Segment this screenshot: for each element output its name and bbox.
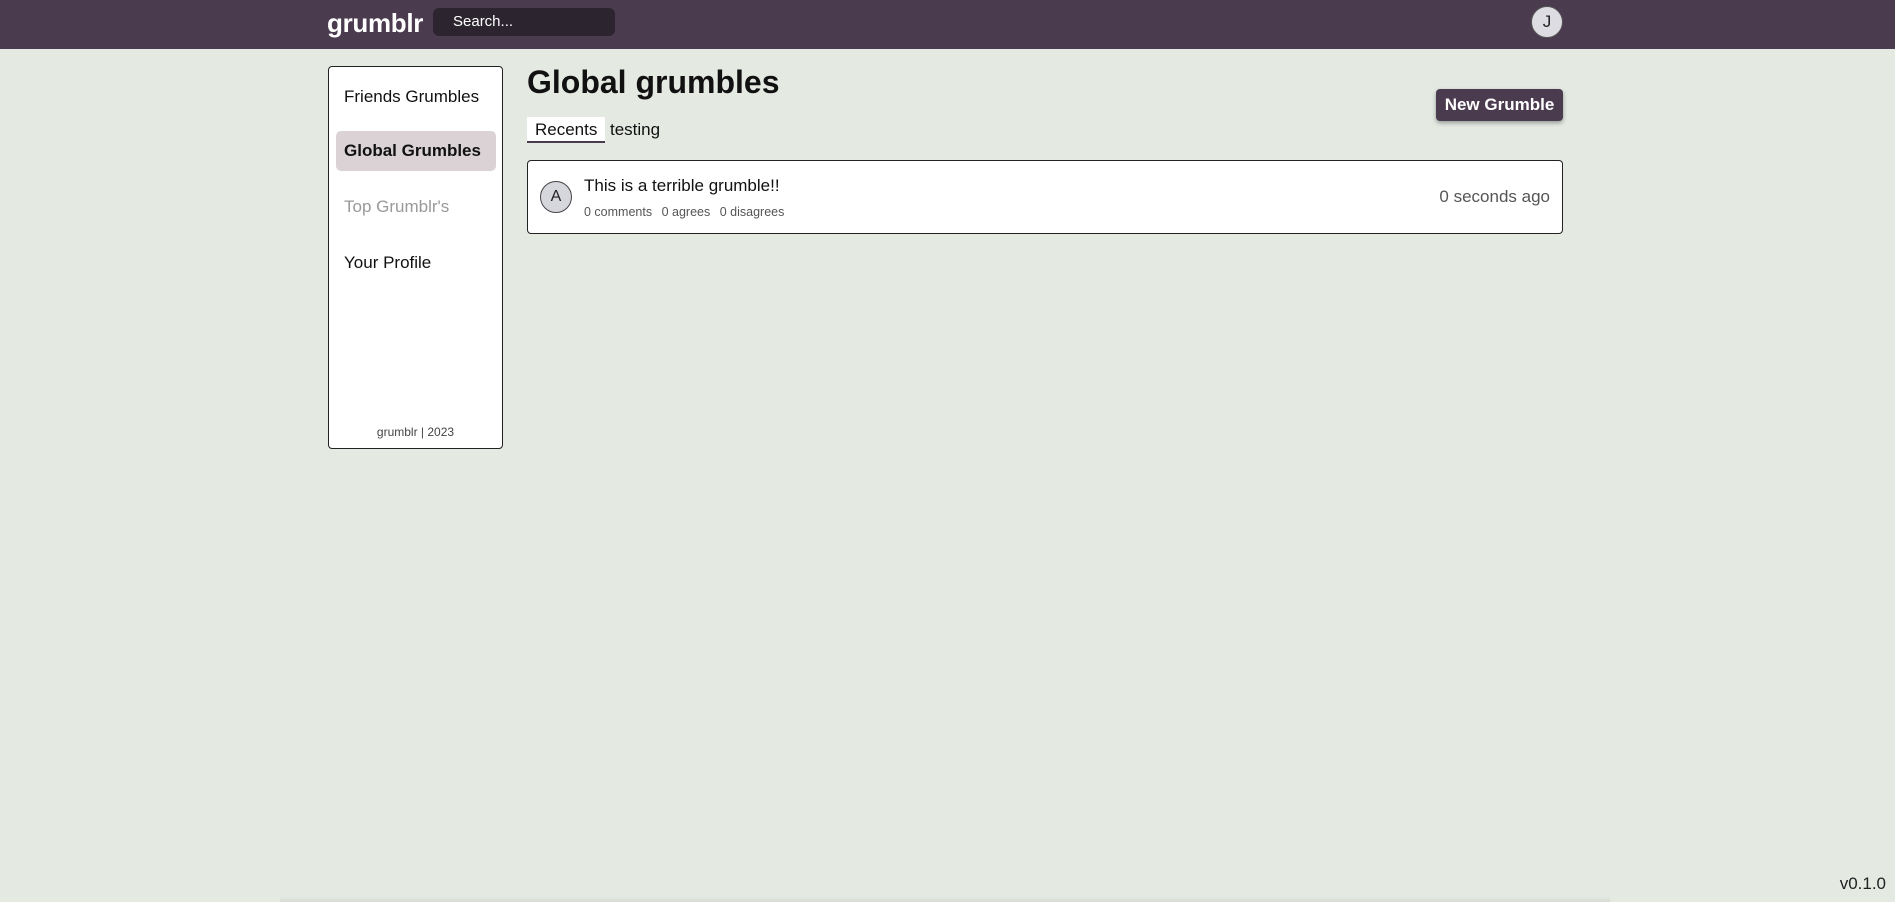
top-nav-bar: grumblr Search... J <box>0 0 1895 49</box>
grumble-text[interactable]: This is a terrible grumble!! <box>584 176 780 196</box>
version-label: v0.1.0 <box>1839 874 1886 893</box>
sidebar-item-top-grumblrs: Top Grumblr's <box>344 197 450 216</box>
agrees-count[interactable]: 0 agrees <box>662 205 711 219</box>
grumble-meta: 0 comments 0 agrees 0 disagrees <box>584 205 790 219</box>
sidebar-item-global-grumbles[interactable]: Global Grumbles <box>336 131 496 171</box>
bottom-shadow <box>280 896 1610 902</box>
user-avatar[interactable]: J <box>1531 6 1563 38</box>
new-grumble-button[interactable]: New Grumble <box>1436 89 1563 121</box>
sidebar-item-friends-grumbles[interactable]: Friends Grumbles <box>336 77 496 117</box>
sidebar-footer: grumblr | 2023 <box>376 425 455 439</box>
sidebar: Friends Grumbles Global Grumbles Top Gru… <box>328 66 503 449</box>
tab-testing[interactable]: testing <box>602 117 668 143</box>
comments-count[interactable]: 0 comments <box>584 205 652 219</box>
grumble-timestamp: 0 seconds ago <box>1439 187 1550 206</box>
disagrees-count[interactable]: 0 disagrees <box>720 205 785 219</box>
search-input[interactable]: Search... <box>433 8 615 36</box>
grumble-card[interactable]: A This is a terrible grumble!! 0 comment… <box>527 160 1563 234</box>
author-avatar[interactable]: A <box>540 181 572 213</box>
page-title: Global grumbles <box>527 64 780 100</box>
tab-recents[interactable]: Recents <box>527 117 606 143</box>
sidebar-item-your-profile[interactable]: Your Profile <box>336 243 496 283</box>
app-logo[interactable]: grumblr <box>327 8 423 39</box>
